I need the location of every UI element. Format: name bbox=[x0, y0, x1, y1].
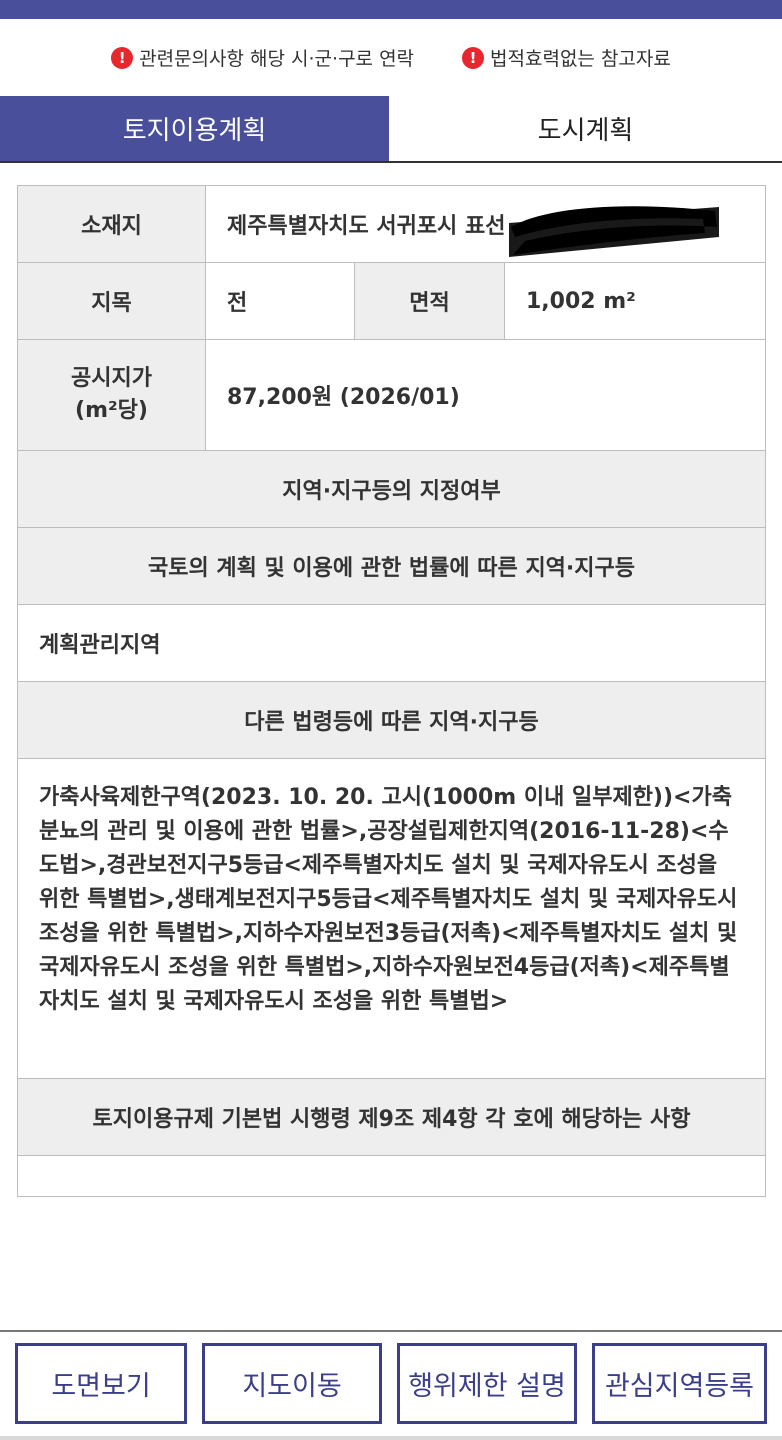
redaction-scribble bbox=[509, 206, 719, 257]
tab-urban-plan[interactable]: 도시계획 bbox=[389, 96, 782, 161]
row-national-header: 국토의 계획 및 이용에 관한 법률에 따른 지역·지구등 bbox=[18, 528, 765, 605]
warning-icon: ! bbox=[462, 46, 485, 69]
area-value: 1,002 m² bbox=[504, 263, 765, 339]
regulation-header: 토지이용규제 기본법 시행령 제9조 제4항 각 호에 해당하는 사항 bbox=[18, 1079, 765, 1155]
jimok-value: 전 bbox=[205, 263, 354, 339]
notice-text: 법적효력없는 참고자료 bbox=[490, 48, 671, 70]
warning-icon: ! bbox=[111, 46, 134, 69]
row-national-value: 계획관리지역 bbox=[18, 605, 765, 682]
price-label: 공시지가 (m²당) bbox=[18, 340, 205, 450]
move-map-button[interactable]: 지도이동 bbox=[202, 1343, 382, 1424]
row-jimok-area: 지목 전 면적 1,002 m² bbox=[18, 263, 765, 340]
national-law-value: 계획관리지역 bbox=[39, 633, 161, 658]
row-regulation-header: 토지이용규제 기본법 시행령 제9조 제4항 각 호에 해당하는 사항 bbox=[18, 1079, 765, 1156]
register-interest-button[interactable]: 관심지역등록 bbox=[592, 1343, 767, 1424]
notice-bar: ! 관련문의사항 해당 시·군·구로 연락 ! 법적효력없는 참고자료 bbox=[0, 19, 782, 96]
restriction-info-button[interactable]: 행위제한 설명 bbox=[397, 1343, 577, 1424]
notice-contact: ! 관련문의사항 해당 시·군·구로 연락 bbox=[111, 44, 414, 71]
row-regulation-value bbox=[18, 1156, 765, 1196]
zoning-header: 지역·지구등의 지정여부 bbox=[18, 451, 765, 527]
top-status-bar bbox=[0, 0, 782, 19]
notice-text: 관련문의사항 해당 시·군·구로 연락 bbox=[139, 48, 415, 70]
price-value: 87,200원 (2026/01) bbox=[205, 340, 765, 450]
bottom-divider bbox=[0, 1436, 782, 1440]
row-zoning-header: 지역·지구등의 지정여부 bbox=[18, 451, 765, 528]
location-label: 소재지 bbox=[18, 186, 205, 262]
other-law-header: 다른 법령등에 따른 지역·지구등 bbox=[18, 682, 765, 758]
area-label: 면적 bbox=[354, 263, 504, 339]
other-law-value: 가축사육제한구역(2023. 10. 20. 고시(1000m 이내 일부제한)… bbox=[39, 785, 738, 1014]
land-info-table: 소재지 제주특별자치도 서귀포시 표선 지목 전 면적 1,002 m² 공시지… bbox=[17, 185, 766, 1197]
view-drawing-button[interactable]: 도면보기 bbox=[15, 1343, 187, 1424]
row-price: 공시지가 (m²당) 87,200원 (2026/01) bbox=[18, 340, 765, 451]
price-label-line1: 공시지가 bbox=[71, 366, 152, 391]
notice-legal: ! 법적효력없는 참고자료 bbox=[462, 44, 671, 71]
row-other-header: 다른 법령등에 따른 지역·지구등 bbox=[18, 682, 765, 759]
national-law-header: 국토의 계획 및 이용에 관한 법률에 따른 지역·지구등 bbox=[18, 528, 765, 604]
price-label-line2: (m²당) bbox=[75, 398, 148, 423]
row-other-value: 가축사육제한구역(2023. 10. 20. 고시(1000m 이내 일부제한)… bbox=[18, 759, 765, 1079]
jimok-label: 지목 bbox=[18, 263, 205, 339]
tab-land-use-plan[interactable]: 토지이용계획 bbox=[0, 96, 389, 161]
tab-bar: 토지이용계획 도시계획 bbox=[0, 96, 782, 163]
bottom-toolbar: 도면보기 지도이동 행위제한 설명 관심지역등록 bbox=[0, 1330, 782, 1440]
regulation-value bbox=[18, 1156, 765, 1196]
